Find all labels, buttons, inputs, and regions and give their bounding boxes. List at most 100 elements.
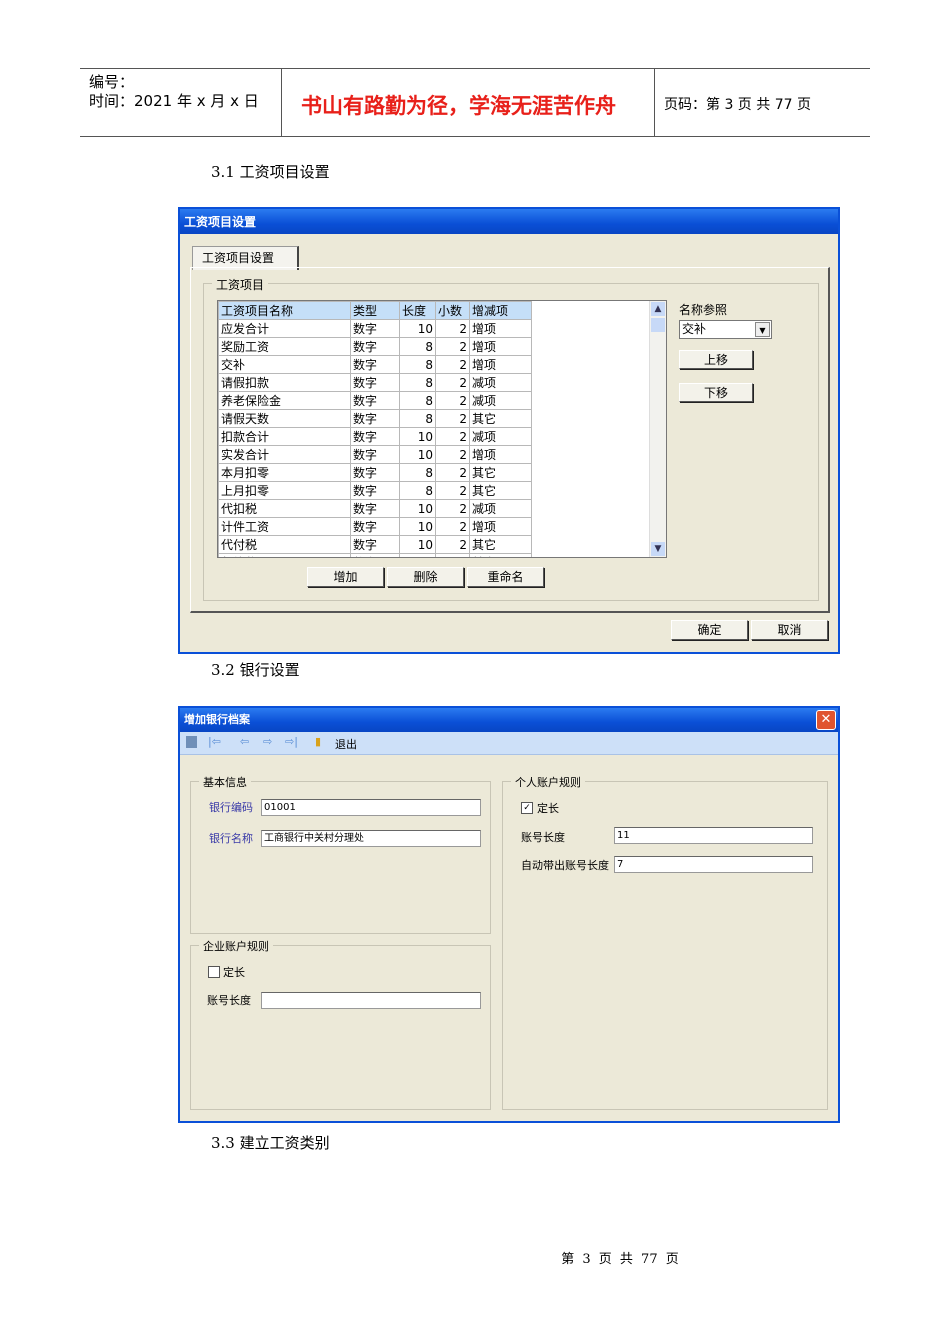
rename-button[interactable]: 重命名	[467, 567, 544, 587]
scroll-thumb[interactable]	[651, 318, 665, 332]
table-cell: 本月扣零	[218, 463, 351, 482]
table-row[interactable]: 代付税 数字 10 2 其它	[218, 535, 532, 554]
bank-name-label: 银行名称	[209, 832, 253, 845]
table-cell: 2	[435, 409, 470, 428]
table-cell: 其它	[469, 535, 532, 554]
table-cell: 8	[399, 391, 436, 410]
column-header[interactable]: 工资项目名称	[218, 301, 351, 320]
first-record-icon[interactable]: |⇦	[208, 735, 221, 748]
dialog-title: 增加银行档案	[180, 708, 838, 732]
auto-length-input[interactable]: 7	[614, 856, 813, 873]
section-heading: 3.3 建立工资类别	[211, 1134, 330, 1152]
table-row[interactable]: 年终奖数字102其它	[218, 553, 532, 557]
personal-fixed-checkbox[interactable]: ✓	[521, 802, 533, 814]
table-row[interactable]: 计件工资 数字 10 2 增项	[218, 517, 532, 536]
table-cell: 2	[435, 481, 470, 500]
prev-record-icon[interactable]: ⇦	[240, 735, 249, 748]
corp-length-input[interactable]	[261, 992, 481, 1009]
exit-button[interactable]: 退出	[335, 736, 357, 752]
table-cell: 上月扣零	[218, 481, 351, 500]
table-cell: 其它	[469, 481, 532, 500]
table-row[interactable]: 请假天数 数字 8 2 其它	[218, 409, 532, 428]
motto: 书山有路勤为径，学海无涯苦作舟	[301, 94, 616, 118]
name-ref-select[interactable]: 交补 ▼	[679, 320, 772, 339]
bank-code-input[interactable]: 01001	[261, 799, 481, 816]
table-cell: 减项	[469, 499, 532, 518]
column-header[interactable]: 类型	[350, 301, 400, 320]
table-row[interactable]: 请假扣款 数字 8 2 减项	[218, 373, 532, 392]
personal-fixed-label: 定长	[537, 802, 559, 815]
last-record-icon[interactable]: ⇨|	[285, 735, 298, 748]
table-cell: 增项	[469, 445, 532, 464]
table-row[interactable]: 养老保险金 数字 8 2 减项	[218, 391, 532, 410]
next-record-icon[interactable]: ⇨	[263, 735, 272, 748]
table-cell: 10	[399, 319, 436, 338]
table-cell: 其它	[469, 553, 532, 557]
table-row[interactable]: 实发合计 数字 10 2 增项	[218, 445, 532, 464]
scroll-down-icon[interactable]: ▼	[651, 542, 665, 556]
table-cell: 数字	[350, 337, 400, 356]
table-cell: 10	[399, 445, 436, 464]
header-divider	[281, 68, 282, 136]
column-header[interactable]: 长度	[399, 301, 436, 320]
table-row[interactable]: 扣款合计 数字 10 2 减项	[218, 427, 532, 446]
table-row[interactable]: 代扣税 数字 10 2 减项	[218, 499, 532, 518]
group-legend: 企业账户规则	[199, 938, 273, 954]
table-row[interactable]: 本月扣零 数字 8 2 其它	[218, 463, 532, 482]
table-cell: 减项	[469, 391, 532, 410]
table-cell: 数字	[350, 445, 400, 464]
column-header[interactable]: 增减项	[469, 301, 532, 320]
table-cell: 养老保险金	[218, 391, 351, 410]
table-row[interactable]: 奖励工资 数字 8 2 增项	[218, 337, 532, 356]
table-cell: 减项	[469, 427, 532, 446]
table-cell: 数字	[350, 481, 400, 500]
ok-button[interactable]: 确定	[671, 620, 748, 640]
corporate-account-group: 企业账户规则 定长 账号长度	[190, 938, 491, 1110]
add-button[interactable]: 增加	[307, 567, 384, 587]
table-cell: 数字	[350, 517, 400, 536]
table-row[interactable]: 应发合计 数字 10 2 增项	[218, 319, 532, 338]
tab-panel: 工资项目 工资项目名称 类型 长度 小数 增减项 应发合计 数字 10 2 增项 奖励工资 数字 8 2 增…	[190, 267, 830, 613]
scroll-up-icon[interactable]: ▲	[651, 302, 665, 316]
table-cell: 增项	[469, 319, 532, 338]
group-legend: 个人账户规则	[511, 774, 585, 790]
corp-length-label: 账号长度	[207, 994, 251, 1007]
table-cell: 奖励工资	[218, 337, 351, 356]
table-cell: 减项	[469, 373, 532, 392]
select-value: 交补	[682, 322, 707, 336]
close-icon[interactable]: ✕	[816, 710, 836, 730]
doc-date: 时间：2021 年 x 月 x 日	[89, 92, 259, 110]
table-cell: 数字	[350, 535, 400, 554]
table-cell: 请假扣款	[218, 373, 351, 392]
table-row[interactable]: 交补 数字 8 2 增项	[218, 355, 532, 374]
move-up-button[interactable]: 上移	[679, 350, 753, 369]
vertical-scrollbar[interactable]: ▲ ▼	[649, 301, 666, 557]
table-cell: 2	[435, 517, 470, 536]
exit-icon[interactable]: ▮	[315, 735, 321, 748]
table-cell: 数字	[350, 391, 400, 410]
personal-length-input[interactable]: 11	[614, 827, 813, 844]
bank-code-label: 银行编码	[209, 801, 253, 814]
add-bank-dialog: 增加银行档案 ✕ |⇦ ⇦ ⇨ ⇨| ▮ 退出 基本信息 银行编码 01001 …	[178, 706, 840, 1123]
group-legend: 基本信息	[199, 774, 251, 790]
header-top-rule	[80, 68, 870, 69]
table-cell: 实发合计	[218, 445, 351, 464]
chevron-down-icon[interactable]: ▼	[755, 322, 770, 337]
delete-button[interactable]: 删除	[387, 567, 464, 587]
salary-items-table[interactable]: 工资项目名称 类型 长度 小数 增减项 应发合计 数字 10 2 增项 奖励工资 数字 8 2 增项 交补 数字…	[217, 300, 667, 558]
section-heading: 3.2 银行设置	[211, 661, 300, 679]
personal-account-group: 个人账户规则 ✓ 定长 账号长度 11 自动带出账号长度 7	[502, 774, 828, 1110]
table-cell: 2	[435, 499, 470, 518]
table-cell: 数字	[350, 355, 400, 374]
move-down-button[interactable]: 下移	[679, 383, 753, 402]
corp-fixed-checkbox[interactable]	[208, 966, 220, 978]
bank-name-input[interactable]: 工商银行中关村分理处	[261, 830, 481, 847]
save-icon[interactable]	[186, 736, 197, 748]
table-row[interactable]: 上月扣零 数字 8 2 其它	[218, 481, 532, 500]
table-cell: 数字	[350, 373, 400, 392]
column-header[interactable]: 小数	[435, 301, 470, 320]
cancel-button[interactable]: 取消	[751, 620, 828, 640]
table-cell: 其它	[469, 463, 532, 482]
table-cell: 2	[435, 463, 470, 482]
table-cell: 8	[399, 337, 436, 356]
